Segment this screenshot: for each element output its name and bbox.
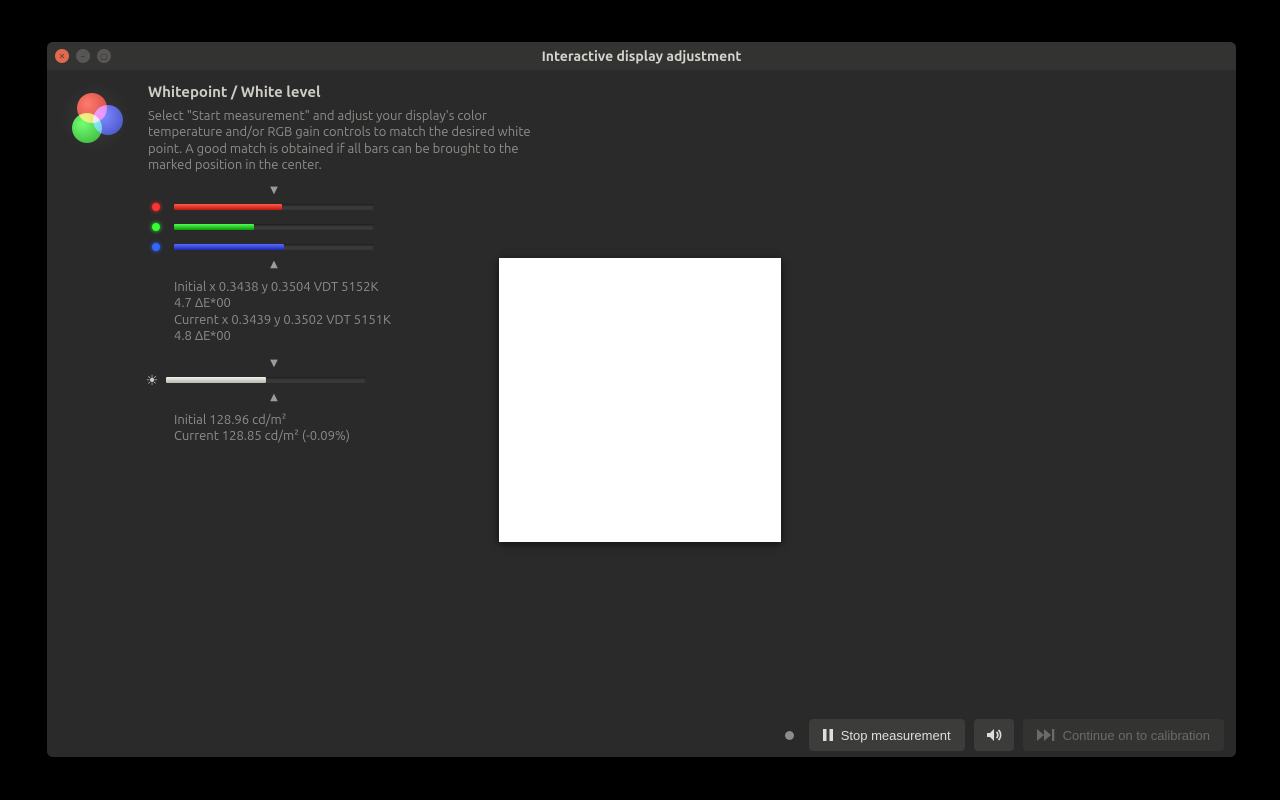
- color-current-reading: Current x 0.3439 y 0.3502 VDT 5151K 4.8 …: [174, 312, 392, 345]
- window-controls: ✕ – ▢: [47, 49, 111, 63]
- brightness-icon: ☀: [144, 372, 160, 388]
- stop-measurement-label: Stop measurement: [841, 728, 951, 743]
- measurement-patch: [499, 258, 781, 542]
- red-dot-icon: [152, 203, 160, 211]
- pause-icon: [823, 729, 833, 741]
- color-initial-reading: Initial x 0.3438 y 0.3504 VDT 5152K 4.7 …: [174, 279, 392, 312]
- speaker-icon: [986, 728, 1002, 742]
- stop-measurement-button[interactable]: Stop measurement: [809, 719, 965, 751]
- header-block: Whitepoint / White level Select "Start m…: [60, 83, 538, 173]
- red-bar: [174, 204, 374, 210]
- maximize-icon[interactable]: ▢: [97, 49, 111, 63]
- luminance-readings: Initial 128.96 cd/m² Current 128.85 cd/m…: [174, 412, 392, 445]
- green-bar-row: [152, 217, 392, 237]
- target-marker-luminance-top-icon: ▼: [174, 358, 374, 368]
- target-marker-luminance-bottom-icon: ▲: [174, 392, 374, 402]
- luminance-initial-reading: Initial 128.96 cd/m²: [174, 412, 392, 428]
- green-bar: [174, 224, 374, 230]
- app-icon: [60, 83, 130, 153]
- target-marker-top-icon: ▼: [174, 185, 374, 195]
- section-title: Whitepoint / White level: [148, 83, 538, 100]
- blue-dot-icon: [152, 243, 160, 251]
- blue-bar-row: [152, 237, 392, 257]
- green-dot-icon: [152, 223, 160, 231]
- app-window: ✕ – ▢ Interactive display adjustment Whi…: [47, 42, 1236, 757]
- bars-area: ▼ ▲ Initial x 0.3438: [152, 185, 392, 445]
- minimize-icon[interactable]: –: [76, 49, 90, 63]
- section-description: Select "Start measurement" and adjust yo…: [148, 108, 538, 173]
- blue-bar: [174, 244, 374, 250]
- target-marker-bottom-icon: ▲: [174, 259, 374, 269]
- bottom-bar: Stop measurement: [47, 713, 1236, 757]
- sound-button[interactable]: [974, 719, 1014, 751]
- titlebar: ✕ – ▢ Interactive display adjustment: [47, 42, 1236, 70]
- continue-calibration-label: Continue on to calibration: [1063, 728, 1210, 743]
- continue-calibration-button[interactable]: Continue on to calibration: [1023, 719, 1224, 751]
- brightness-bar-row: ☀: [152, 370, 392, 390]
- brightness-bar: [166, 377, 366, 383]
- red-bar-row: [152, 197, 392, 217]
- luminance-current-reading: Current 128.85 cd/m² (-0.09%): [174, 428, 392, 444]
- close-icon[interactable]: ✕: [55, 49, 69, 63]
- skip-forward-icon: [1037, 729, 1055, 741]
- status-indicator-icon: [785, 731, 794, 740]
- content-area: Whitepoint / White level Select "Start m…: [47, 70, 1236, 757]
- color-readings: Initial x 0.3438 y 0.3504 VDT 5152K 4.7 …: [174, 279, 392, 344]
- window-title: Interactive display adjustment: [47, 48, 1236, 64]
